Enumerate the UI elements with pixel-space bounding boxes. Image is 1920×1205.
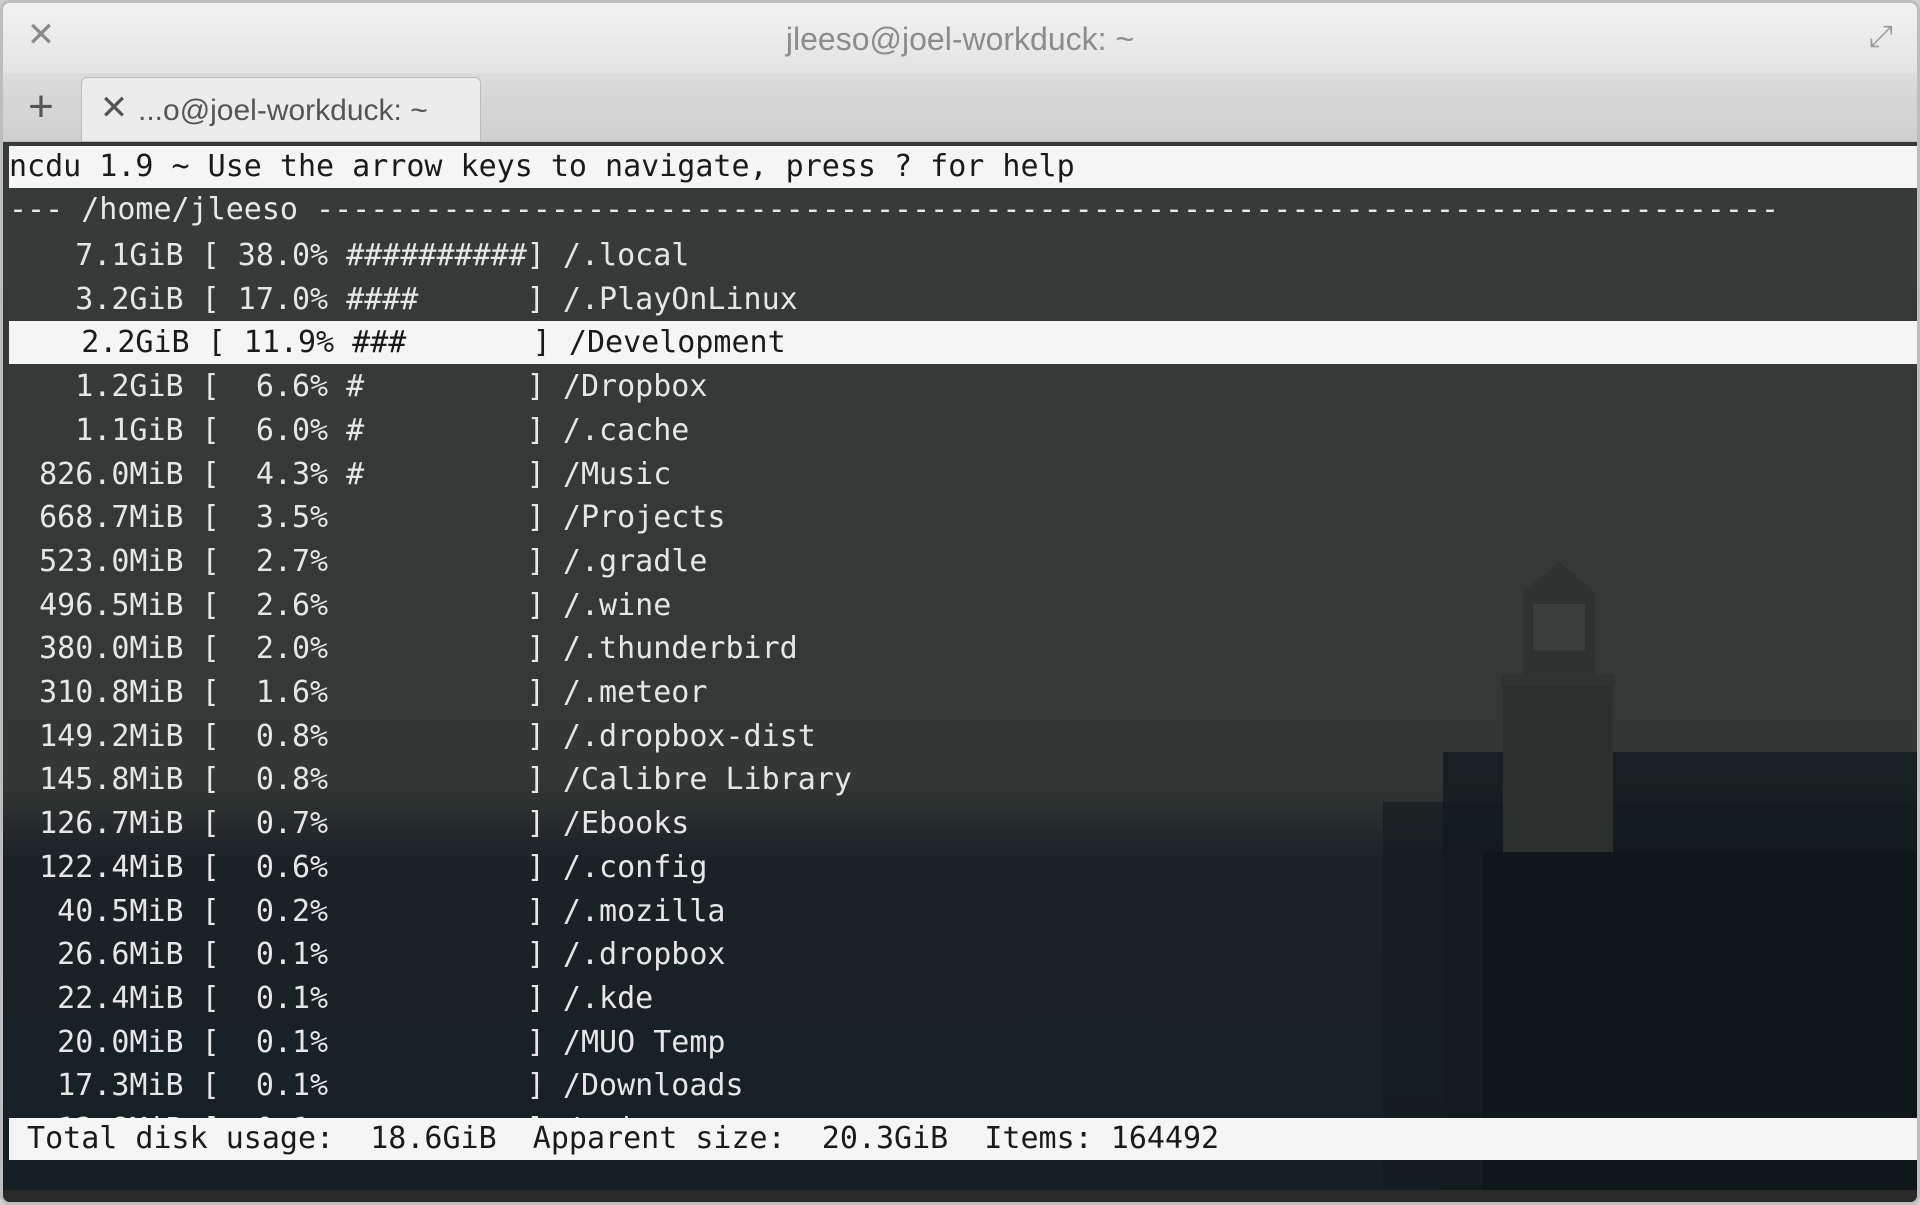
ncdu-entry-text: 1.2GiB [ 6.6% # ] /Dropbox [3, 369, 708, 405]
ncdu-entry-row[interactable]: 523.0MiB [ 2.7% ] /.gradle [3, 540, 707, 583]
ncdu-header: ncdu 1.9 ~ Use the arrow keys to navigat… [9, 146, 1917, 188]
ncdu-entry-text: 20.0MiB [ 0.1% ] /MUO Temp [3, 1024, 726, 1060]
ncdu-entry-row[interactable]: 20.0MiB [ 0.1% ] /MUO Temp [3, 1021, 725, 1064]
ncdu-entry-text: 826.0MiB [ 4.3% # ] /Music [3, 456, 672, 492]
ncdu-entry-row[interactable]: 126.7MiB [ 0.7% ] /Ebooks [3, 802, 689, 845]
ncdu-entry-text: 22.4MiB [ 0.1% ] /.kde [3, 980, 654, 1016]
ncdu-entry-text: 1.1GiB [ 6.0% # ] /.cache [3, 412, 690, 448]
ncdu-entry-row[interactable]: 149.2MiB [ 0.8% ] /.dropbox-dist [3, 715, 816, 758]
lighthouse-background-image [1383, 562, 1917, 1202]
maximize-icon[interactable]: ⤢ [1863, 19, 1899, 55]
ncdu-entry-row[interactable]: 2.2GiB [ 11.9% ### ] /Development [9, 321, 1917, 365]
ncdu-path-line: --- /home/jleeso -----------------------… [9, 192, 1780, 227]
ncdu-entry-text: 7.1GiB [ 38.0% ##########] /.local [3, 238, 690, 273]
ncdu-entry-text: 523.0MiB [ 2.7% ] /.gradle [3, 543, 708, 579]
ncdu-entry-row[interactable]: 145.8MiB [ 0.8% ] /Calibre Library [3, 758, 852, 801]
ncdu-entry-row[interactable]: 122.4MiB [ 0.6% ] /.config [3, 846, 707, 889]
ncdu-entry-text: 3.2GiB [ 17.0% #### ] /.PlayOnLinux [3, 281, 798, 317]
ncdu-entry-row[interactable]: 40.5MiB [ 0.2% ] /.mozilla [3, 890, 725, 933]
ncdu-entry-text: 2.2GiB [ 11.9% ### ] /Development [9, 325, 786, 361]
ncdu-entry-text: 26.6MiB [ 0.1% ] /.dropbox [3, 937, 726, 973]
ncdu-entry-row[interactable]: 310.8MiB [ 1.6% ] /.meteor [3, 671, 707, 714]
window-title: jleeso@joel-workduck: ~ [785, 21, 1135, 57]
ncdu-entry-text: 40.5MiB [ 0.2% ] /.mozilla [3, 893, 726, 929]
ncdu-entry-text: 380.0MiB [ 2.0% ] /.thunderbird [3, 631, 798, 667]
ncdu-entry-text: 496.5MiB [ 2.6% ] /.wine [3, 587, 672, 623]
ncdu-entry-row[interactable]: 26.6MiB [ 0.1% ] /.dropbox [3, 933, 725, 976]
terminal-bottom-edge [3, 1190, 1917, 1202]
ncdu-entry-text: 149.2MiB [ 0.8% ] /.dropbox-dist [3, 718, 816, 754]
terminal-window: ✕ jleeso@joel-workduck: ~ ⤢ + ✕ ...o@joe… [0, 0, 1920, 1205]
terminal-view[interactable]: ncdu 1.9 ~ Use the arrow keys to navigat… [3, 142, 1917, 1202]
tab-close-icon[interactable]: ✕ [96, 88, 132, 128]
ncdu-entry-row[interactable]: 668.7MiB [ 3.5% ] /Projects [3, 496, 725, 539]
new-tab-button[interactable]: + [9, 81, 73, 133]
ncdu-footer: Total disk usage: 18.6GiB Apparent size:… [9, 1118, 1917, 1160]
ncdu-entry-text: 310.8MiB [ 1.6% ] /.meteor [3, 675, 708, 710]
ncdu-footer-text: Total disk usage: 18.6GiB Apparent size:… [9, 1121, 1220, 1156]
ncdu-entry-row[interactable]: 7.1GiB [ 38.0% ##########] /.local [3, 234, 689, 277]
ncdu-entry-row[interactable]: 380.0MiB [ 2.0% ] /.thunderbird [3, 627, 798, 670]
ncdu-entry-text: 126.7MiB [ 0.7% ] /Ebooks [3, 806, 690, 842]
ncdu-entry-text: 122.4MiB [ 0.6% ] /.config [3, 849, 708, 885]
ncdu-entry-row[interactable]: 17.3MiB [ 0.1% ] /Downloads [3, 1064, 744, 1107]
ncdu-entry-text: 17.3MiB [ 0.1% ] /Downloads [3, 1068, 744, 1104]
tab-bar: + ✕ ...o@joel-workduck: ~ [3, 73, 1917, 142]
tab-label: ...o@joel-workduck: ~ [138, 94, 428, 127]
ncdu-entry-row[interactable]: 1.1GiB [ 6.0% # ] /.cache [3, 409, 689, 452]
ncdu-entry-row[interactable]: 3.2GiB [ 17.0% #### ] /.PlayOnLinux [3, 278, 798, 321]
ncdu-entry-text: 668.7MiB [ 3.5% ] /Projects [3, 500, 726, 536]
ncdu-entry-text: 145.8MiB [ 0.8% ] /Calibre Library [3, 762, 852, 798]
tab-terminal[interactable]: ✕ ...o@joel-workduck: ~ [81, 77, 481, 141]
ncdu-entry-row[interactable]: 496.5MiB [ 2.6% ] /.wine [3, 584, 671, 627]
ncdu-entry-row[interactable]: 826.0MiB [ 4.3% # ] /Music [3, 453, 671, 496]
ncdu-header-text: ncdu 1.9 ~ Use the arrow keys to navigat… [9, 149, 1075, 184]
title-bar[interactable]: ✕ jleeso@joel-workduck: ~ ⤢ [3, 3, 1917, 74]
ncdu-entry-row[interactable]: 22.4MiB [ 0.1% ] /.kde [3, 977, 653, 1020]
ncdu-entry-row[interactable]: 1.2GiB [ 6.6% # ] /Dropbox [3, 365, 707, 408]
